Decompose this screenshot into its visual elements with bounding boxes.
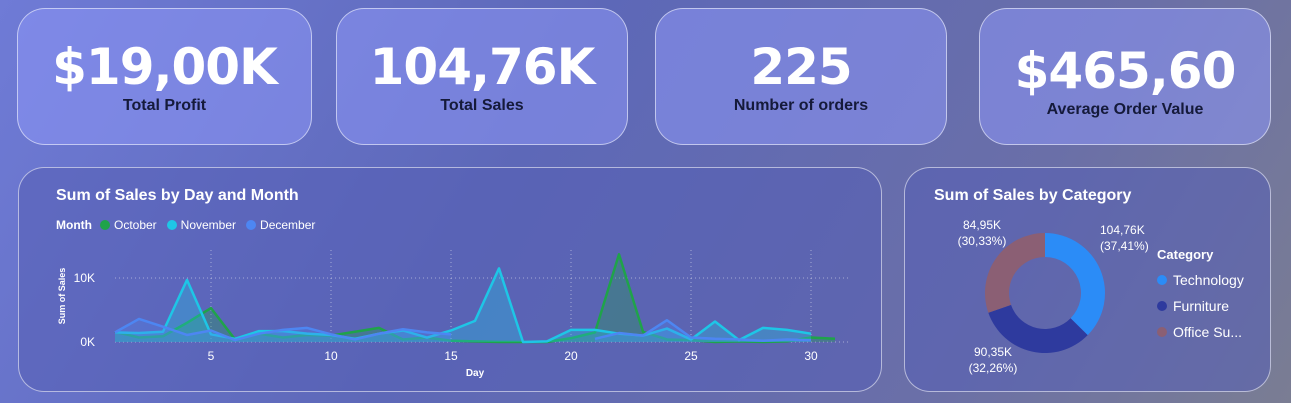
legend-dot [166, 220, 177, 230]
kpi-value: 225 [750, 38, 852, 96]
legend-dot [1157, 301, 1167, 311]
chart-title: Sum of Sales by Day and Month [56, 187, 299, 204]
legend-label: December [260, 218, 316, 232]
kpi-label: Total Profit [122, 97, 207, 114]
chart-title: Sum of Sales by Category [934, 187, 1132, 204]
kpi-value: 104,76K [369, 38, 596, 96]
legend-item-november[interactable]: November [166, 218, 237, 232]
month-legend: Month October November December [56, 218, 325, 232]
legend-item-october[interactable]: October [99, 218, 157, 232]
kpi-card-total-profit: $19,00K Total Profit [17, 8, 312, 145]
legend-label: October [113, 218, 157, 232]
kpi-value: $19,00K [52, 38, 278, 96]
legend-title: Category [1157, 247, 1214, 262]
kpi-label: Total Sales [440, 97, 524, 114]
category-legend: Category Technology Furniture Office Su.… [1157, 247, 1244, 349]
legend-title: Month [56, 218, 92, 232]
kpi-value: $465,60 [1014, 42, 1237, 100]
legend-item-furniture[interactable]: Furniture [1157, 297, 1244, 315]
legend-item-december[interactable]: December [246, 218, 315, 232]
legend-label: November [180, 218, 237, 232]
legend-dot [99, 220, 110, 230]
kpi-card-total-sales: 104,76K Total Sales [336, 8, 628, 145]
legend-item-technology[interactable]: Technology [1157, 271, 1244, 289]
legend-dot [246, 220, 257, 230]
legend-label: Furniture [1173, 298, 1230, 314]
legend-item-office-supplies[interactable]: Office Su... [1157, 323, 1244, 341]
legend-label: Technology [1173, 272, 1244, 288]
kpi-label: Number of orders [733, 97, 869, 114]
legend-label: Office Su... [1173, 324, 1242, 340]
kpi-card-average-order-value: $465,60 Average Order Value [979, 8, 1271, 145]
legend-dot [1157, 275, 1167, 285]
kpi-card-number-of-orders: 225 Number of orders [655, 8, 947, 145]
legend-dot [1157, 327, 1167, 337]
kpi-label: Average Order Value [1046, 101, 1204, 118]
